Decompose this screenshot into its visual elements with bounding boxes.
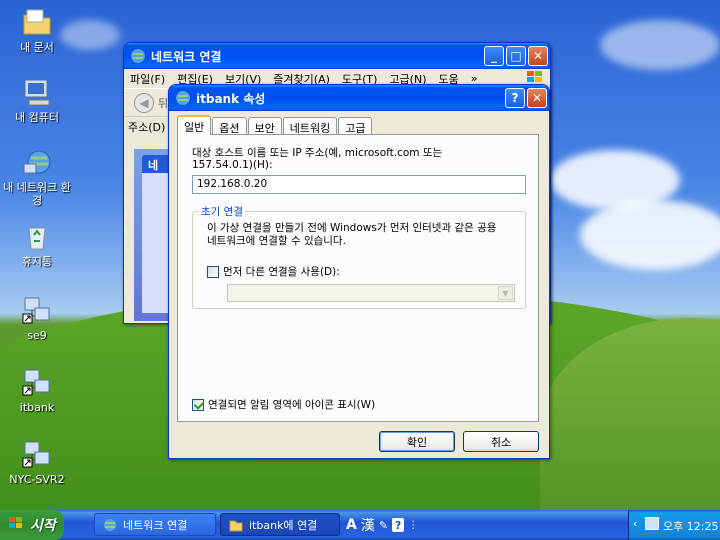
ime-help-icon[interactable]: ?: [392, 518, 405, 532]
ime-hanja-indicator[interactable]: 漢: [361, 515, 375, 535]
back-arrow-icon[interactable]: ◀: [134, 92, 154, 113]
taskbar-item-itbank-connect[interactable]: itbank에 연결: [220, 513, 340, 536]
vpn-shortcut-icon: [21, 366, 53, 398]
desktop-icon-label: 내 문서: [20, 41, 54, 54]
show-icon-label[interactable]: 연결되면 알림 영역에 아이콘 표시(W): [208, 397, 375, 412]
close-button[interactable]: ✕: [527, 88, 547, 108]
vpn-connection-icon: [175, 90, 191, 106]
address-label: 주소(D): [128, 121, 166, 134]
start-button[interactable]: 시작: [0, 510, 64, 540]
ok-button[interactable]: 확인: [379, 431, 455, 452]
system-tray: ‹ 오후 12:25: [628, 510, 720, 540]
tab-general[interactable]: 일반: [177, 115, 212, 135]
maximize-button[interactable]: □: [506, 46, 526, 66]
network-places-icon: [21, 146, 53, 178]
desktop-icon-label: 내 컴퓨터: [15, 111, 59, 124]
desktop-icon-itbank[interactable]: itbank: [2, 366, 72, 414]
desktop-icon-nyc-svr2[interactable]: NYC-SVR2: [2, 438, 72, 486]
desktop-icon-label: se9: [27, 329, 47, 342]
ime-tools-icon[interactable]: ✎: [379, 519, 388, 532]
computer-icon: [21, 76, 53, 108]
back-button-label[interactable]: 뒤: [158, 95, 168, 111]
host-address-input[interactable]: 192.168.0.20: [192, 175, 526, 194]
ime-options-icon[interactable]: ⋮: [408, 520, 418, 531]
show-icon-row: 연결되면 알림 영역에 아이콘 표시(W): [192, 397, 375, 412]
group-title: 초기 연결: [199, 204, 245, 219]
ime-mode-indicator[interactable]: A: [346, 517, 357, 533]
dial-first-dropdown[interactable]: ▼: [227, 284, 515, 302]
desktop-icon-my-computer[interactable]: 내 컴퓨터: [2, 76, 72, 124]
desktop-icon-label: itbank: [19, 401, 55, 414]
menu-file[interactable]: 파일(F): [130, 71, 165, 87]
tab-options[interactable]: 옵션: [212, 117, 247, 135]
tab-strip: 일반 옵션 보안 네트워킹 고급: [177, 115, 373, 135]
folder-icon: [229, 518, 243, 532]
dial-first-checkbox[interactable]: [207, 265, 219, 278]
desktop-icon-my-documents[interactable]: 내 문서: [2, 6, 72, 54]
vpn-shortcut-icon: [21, 294, 53, 326]
network-connections-icon: [130, 48, 146, 64]
clock[interactable]: 오후 12:25: [663, 518, 718, 534]
taskbar-item-network-connections[interactable]: 네트워크 연결: [94, 513, 216, 536]
help-button[interactable]: ?: [505, 88, 525, 108]
general-tab-panel: 대상 호스트 이름 또는 IP 주소(예, microsoft.com 또는 1…: [177, 134, 539, 422]
cancel-button[interactable]: 취소: [463, 431, 539, 452]
first-connect-group: 초기 연결 이 가상 연결을 만들기 전에 Windows가 먼저 인터넷과 같…: [192, 204, 526, 309]
desktop-icon-label: 내 네트워크 환경: [3, 181, 71, 207]
host-address-label: 대상 호스트 이름 또는 IP 주소(예, microsoft.com 또는 1…: [192, 147, 443, 171]
network-connections-icon: [103, 518, 117, 532]
minimize-button[interactable]: _: [484, 46, 504, 66]
itbank-properties-dialog[interactable]: itbank 속성 ? ✕ 일반 옵션 보안 네트워킹 고급 대상 호스트 이름…: [168, 84, 550, 459]
windows-flag-icon: [8, 516, 24, 534]
network-status-icon[interactable]: [645, 517, 659, 530]
desktop-icon-label: 휴지통: [21, 255, 53, 268]
tray-expand-icon[interactable]: ‹: [633, 517, 637, 530]
chevron-down-icon[interactable]: ▼: [498, 286, 513, 300]
taskbar: 시작 네트워크 연결 itbank에 연결 A 漢 ✎ ? ⋮ ‹ 오후 12:…: [0, 510, 720, 540]
language-bar: A 漢 ✎ ? ⋮: [346, 514, 418, 536]
task-label: 네트워크 연결: [123, 518, 188, 532]
desktop-icon-se9[interactable]: se9: [2, 294, 72, 342]
vpn-shortcut-icon: [21, 438, 53, 470]
show-icon-checkbox[interactable]: [192, 398, 204, 411]
dial-first-row: 먼저 다른 연결을 사용(D):: [207, 264, 340, 279]
dialog-titlebar[interactable]: itbank 속성 ? ✕: [169, 85, 549, 111]
dialog-title: itbank 속성: [196, 91, 266, 106]
group-description: 이 가상 연결을 만들기 전에 Windows가 먼저 인터넷과 같은 공용 네…: [207, 222, 497, 247]
desktop-icon-label: NYC-SVR2: [9, 473, 65, 486]
tab-networking[interactable]: 네트워킹: [282, 117, 338, 135]
task-label: itbank에 연결: [249, 518, 318, 532]
dial-first-label[interactable]: 먼저 다른 연결을 사용(D):: [223, 264, 340, 279]
start-label: 시작: [30, 518, 56, 534]
folder-icon: [21, 6, 53, 38]
close-button[interactable]: ✕: [528, 46, 548, 66]
window-titlebar[interactable]: 네트워크 연결 _ □ ✕: [124, 43, 550, 69]
window-title: 네트워크 연결: [151, 49, 222, 64]
recycle-bin-icon: [21, 220, 53, 252]
tab-advanced[interactable]: 고급: [338, 117, 373, 135]
tab-security[interactable]: 보안: [247, 117, 282, 135]
desktop-icon-recycle-bin[interactable]: 휴지통: [2, 220, 72, 268]
desktop-icon-my-network[interactable]: 내 네트워크 환경: [2, 146, 72, 207]
